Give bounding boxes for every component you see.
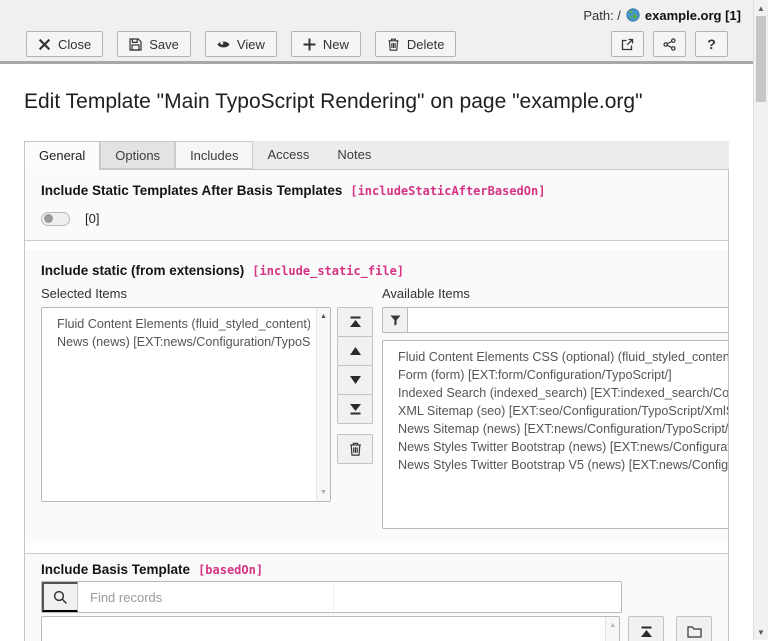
new-button-label: New bbox=[323, 37, 349, 52]
section-include-static-after: Include Static Templates After Basis Tem… bbox=[25, 170, 728, 240]
field-code-label: [include_static_file] bbox=[252, 264, 404, 278]
toggle-value-label: [0] bbox=[85, 211, 99, 226]
selected-items-listbox[interactable]: Fluid Content Elements (fluid_styled_con… bbox=[41, 307, 331, 502]
tab-includes[interactable]: Includes bbox=[175, 141, 253, 169]
path-prefix: Path: / bbox=[583, 8, 621, 23]
tab-panel-general: Include Static Templates After Basis Tem… bbox=[24, 169, 729, 641]
section-include-static-file: Include static (from extensions) [include… bbox=[25, 250, 728, 543]
save-button[interactable]: Save bbox=[117, 31, 191, 57]
browse-records-button[interactable] bbox=[676, 616, 712, 641]
scrollbar-thumb[interactable] bbox=[756, 16, 766, 102]
close-button[interactable]: Close bbox=[26, 31, 103, 57]
page-scrollbar[interactable]: ▲ ▼ bbox=[753, 0, 768, 640]
toggle-knob bbox=[44, 214, 53, 223]
move-to-top-icon bbox=[349, 316, 362, 328]
path-bar: Path: / example.org [1] bbox=[0, 0, 753, 30]
module-body: Edit Template "Main TypoScript Rendering… bbox=[0, 90, 753, 641]
section-heading: Include Basis Template [basedOn] bbox=[41, 562, 712, 577]
section-heading: Include static (from extensions) [include… bbox=[41, 263, 712, 278]
section-divider bbox=[25, 543, 728, 554]
list-item[interactable]: XML Sitemap (seo) [EXT:seo/Configuration… bbox=[398, 402, 729, 420]
list-item[interactable]: News (news) [EXT:news/Configuration/Typo… bbox=[57, 333, 310, 351]
move-up-icon bbox=[349, 346, 362, 356]
list-item[interactable]: News Styles Twitter Bootstrap (news) [EX… bbox=[398, 438, 729, 456]
list-item[interactable]: Fluid Content Elements (fluid_styled_con… bbox=[57, 315, 310, 333]
available-items-filter-input[interactable] bbox=[407, 307, 729, 333]
list-item[interactable]: News Sitemap (news) [EXT:news/Configurat… bbox=[398, 420, 729, 438]
list-item[interactable]: Indexed Search (indexed_search) [EXT:ind… bbox=[398, 384, 729, 402]
section-heading-text: Include Basis Template bbox=[41, 562, 190, 577]
scroll-down-icon[interactable]: ▼ bbox=[317, 486, 330, 499]
selected-items-label: Selected Items bbox=[41, 286, 331, 301]
scroll-up-icon[interactable]: ▲ bbox=[317, 310, 330, 323]
delete-button-label: Delete bbox=[407, 37, 445, 52]
delete-button[interactable]: Delete bbox=[375, 31, 457, 57]
move-to-bottom-icon bbox=[349, 403, 362, 415]
search-icon bbox=[53, 590, 68, 605]
field-code-label: [includeStaticAfterBasedOn] bbox=[350, 184, 545, 198]
remove-selected-button[interactable] bbox=[337, 434, 373, 464]
search-button[interactable] bbox=[42, 582, 78, 612]
move-to-top-button[interactable] bbox=[628, 616, 664, 641]
tab-notes[interactable]: Notes bbox=[323, 141, 385, 169]
include-static-after-toggle[interactable] bbox=[41, 212, 70, 226]
close-button-label: Close bbox=[58, 37, 91, 52]
globe-icon bbox=[626, 8, 640, 22]
tab-access[interactable]: Access bbox=[253, 141, 323, 169]
folder-icon bbox=[687, 625, 702, 638]
share-icon bbox=[663, 38, 676, 51]
help-button[interactable]: ? bbox=[695, 31, 728, 57]
new-button[interactable]: New bbox=[291, 31, 361, 57]
move-down-icon bbox=[349, 375, 362, 385]
close-icon bbox=[38, 38, 51, 51]
move-to-bottom-button[interactable] bbox=[337, 394, 373, 424]
available-items-label: Available Items bbox=[382, 286, 729, 301]
share-button[interactable] bbox=[653, 31, 686, 57]
list-item[interactable]: News Styles Twitter Bootstrap V5 (news) … bbox=[398, 456, 729, 474]
eye-icon bbox=[217, 38, 230, 51]
section-based-on: Include Basis Template [basedOn] bbox=[25, 554, 728, 641]
scroll-up-icon[interactable]: ▲ bbox=[754, 1, 768, 15]
move-up-button[interactable] bbox=[337, 336, 373, 366]
tab-options[interactable]: Options bbox=[100, 141, 175, 169]
save-button-label: Save bbox=[149, 37, 179, 52]
open-in-new-window-button[interactable] bbox=[611, 31, 644, 57]
button-bar: Close Save bbox=[0, 30, 753, 61]
find-records-input-extension[interactable] bbox=[334, 582, 621, 612]
filter-button[interactable] bbox=[382, 307, 407, 333]
listbox-scrollbar[interactable]: ▲ bbox=[605, 617, 619, 641]
plus-icon bbox=[303, 38, 316, 51]
move-to-top-button[interactable] bbox=[337, 307, 373, 337]
trash-icon bbox=[349, 442, 362, 456]
section-heading-text: Include Static Templates After Basis Tem… bbox=[41, 183, 342, 198]
help-icon: ? bbox=[707, 36, 716, 52]
open-in-new-window-icon bbox=[621, 38, 634, 51]
available-items-listbox[interactable]: Fluid Content Elements CSS (optional) (f… bbox=[382, 340, 729, 529]
basis-template-listbox[interactable]: ▲ bbox=[41, 616, 620, 641]
move-to-top-icon bbox=[640, 626, 653, 638]
trash-icon bbox=[387, 38, 400, 51]
field-code-label: [basedOn] bbox=[198, 563, 263, 577]
move-buttons-column bbox=[337, 307, 373, 529]
list-item[interactable]: Fluid Content Elements CSS (optional) (f… bbox=[398, 348, 729, 366]
view-button[interactable]: View bbox=[205, 31, 277, 57]
scroll-up-icon[interactable]: ▲ bbox=[606, 619, 619, 632]
move-down-button[interactable] bbox=[337, 365, 373, 395]
funnel-icon bbox=[390, 315, 401, 326]
doc-header: Path: / example.org [1] Close bbox=[0, 0, 753, 64]
tab-general[interactable]: General bbox=[24, 141, 100, 170]
list-item[interactable]: Form (form) [EXT:form/Configuration/Typo… bbox=[398, 366, 729, 384]
save-icon bbox=[129, 38, 142, 51]
listbox-scrollbar[interactable]: ▲ ▼ bbox=[316, 308, 330, 501]
tab-bar: General Options Includes Access Notes bbox=[24, 141, 729, 169]
scroll-down-icon[interactable]: ▼ bbox=[754, 625, 768, 639]
view-button-label: View bbox=[237, 37, 265, 52]
section-divider bbox=[25, 240, 728, 250]
path-page-name[interactable]: example.org [1] bbox=[645, 8, 741, 23]
page-title: Edit Template "Main TypoScript Rendering… bbox=[24, 90, 729, 114]
section-heading-text: Include static (from extensions) bbox=[41, 263, 244, 278]
find-records-group bbox=[41, 581, 622, 613]
section-heading: Include Static Templates After Basis Tem… bbox=[41, 183, 712, 198]
find-records-input[interactable] bbox=[78, 582, 333, 612]
